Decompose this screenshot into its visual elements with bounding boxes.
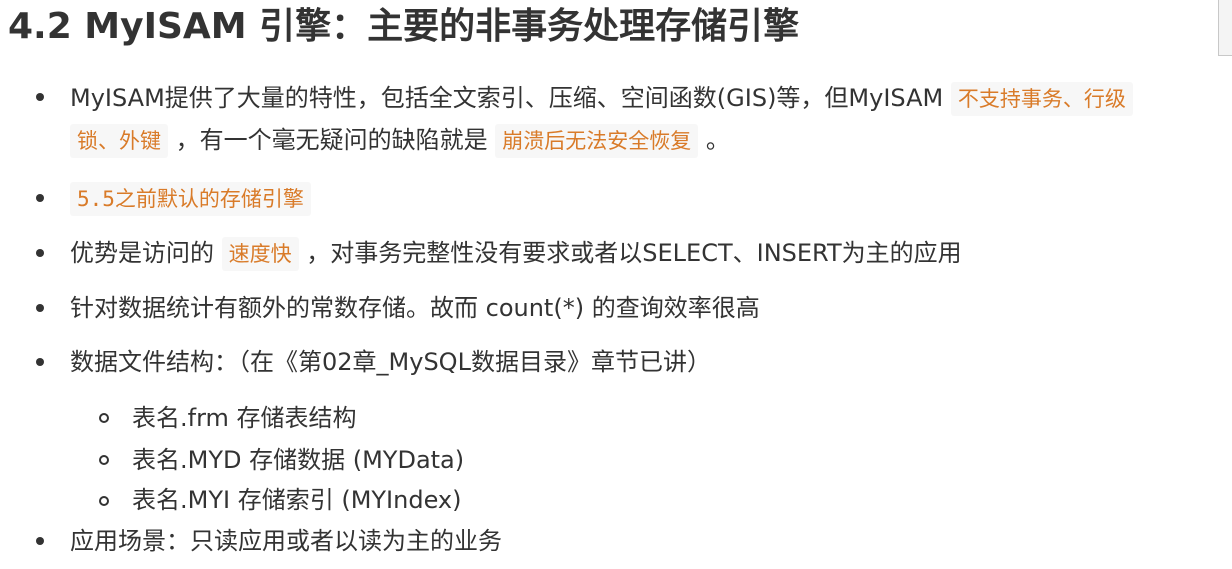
scrollbar[interactable] [1218, 0, 1232, 56]
highlight-locks-foreign-keys: 锁、外键 [70, 124, 168, 158]
item-text: 针对数据统计有额外的常数存储。故而 count(*) 的查询效率很高 [70, 294, 760, 322]
item-text: 。 [705, 126, 730, 154]
highlight-crash-recovery: 崩溃后无法安全恢复 [495, 124, 699, 158]
sub-item-frm: 表名.frm 存储表结构 [132, 404, 357, 432]
document-page: 4.2 MyISAM 引擎：主要的非事务处理存储引擎 MyISAM提供了大量的特… [0, 0, 1232, 569]
bullet-dot [36, 194, 44, 202]
list-item-default-engine: 5.5之前默认的存储引擎 [70, 177, 311, 220]
list-item-advantage: 优势是访问的 速度快 ，对事务完整性没有要求或者以SELECT、INSERT为主… [70, 232, 962, 275]
sub-bullet-circle [99, 455, 109, 465]
sub-item-myd: 表名.MYD 存储数据 (MYData) [132, 446, 465, 474]
sub-bullet-circle [99, 413, 109, 423]
sub-bullet-circle [99, 496, 109, 506]
item-text: ，对事务完整性没有要求或者以SELECT、INSERT为主的应用 [306, 239, 962, 267]
bullet-dot [36, 304, 44, 312]
item-text: ，有一个毫无疑问的缺陷就是 [175, 126, 488, 154]
bullet-dot [36, 249, 44, 257]
list-item-count: 针对数据统计有额外的常数存储。故而 count(*) 的查询效率很高 [70, 287, 760, 329]
list-item-features: MyISAM提供了大量的特性，包括全文索引、压缩、空间函数(GIS)等，但MyI… [70, 77, 1133, 120]
item-text: MyISAM提供了大量的特性，包括全文索引、压缩、空间函数(GIS)等，但MyI… [70, 84, 944, 112]
sub-item-myi: 表名.MYI 存储索引 (MYIndex) [132, 486, 462, 514]
item-text: 数据文件结构：（在《第02章_MySQL数据目录》章节已讲） [70, 348, 711, 376]
list-item-file-structure: 数据文件结构：（在《第02章_MySQL数据目录》章节已讲） [70, 341, 711, 383]
highlight-default-engine: 5.5之前默认的存储引擎 [70, 182, 311, 216]
list-item-use-case: 应用场景：只读应用或者以读为主的业务 [70, 520, 502, 562]
item-text: 应用场景：只读应用或者以读为主的业务 [70, 527, 502, 555]
bullet-dot [36, 358, 44, 366]
highlight-no-transactions: 不支持事务、行级 [950, 82, 1133, 116]
bullet-dot [36, 537, 44, 545]
list-item-features-cont: 锁、外键 ，有一个毫无疑问的缺陷就是 崩溃后无法安全恢复 。 [70, 119, 730, 162]
bullet-dot [36, 93, 44, 101]
item-text: 优势是访问的 [70, 239, 214, 267]
highlight-fast: 速度快 [221, 237, 299, 271]
section-heading: 4.2 MyISAM 引擎：主要的非事务处理存储引擎 [8, 6, 800, 47]
